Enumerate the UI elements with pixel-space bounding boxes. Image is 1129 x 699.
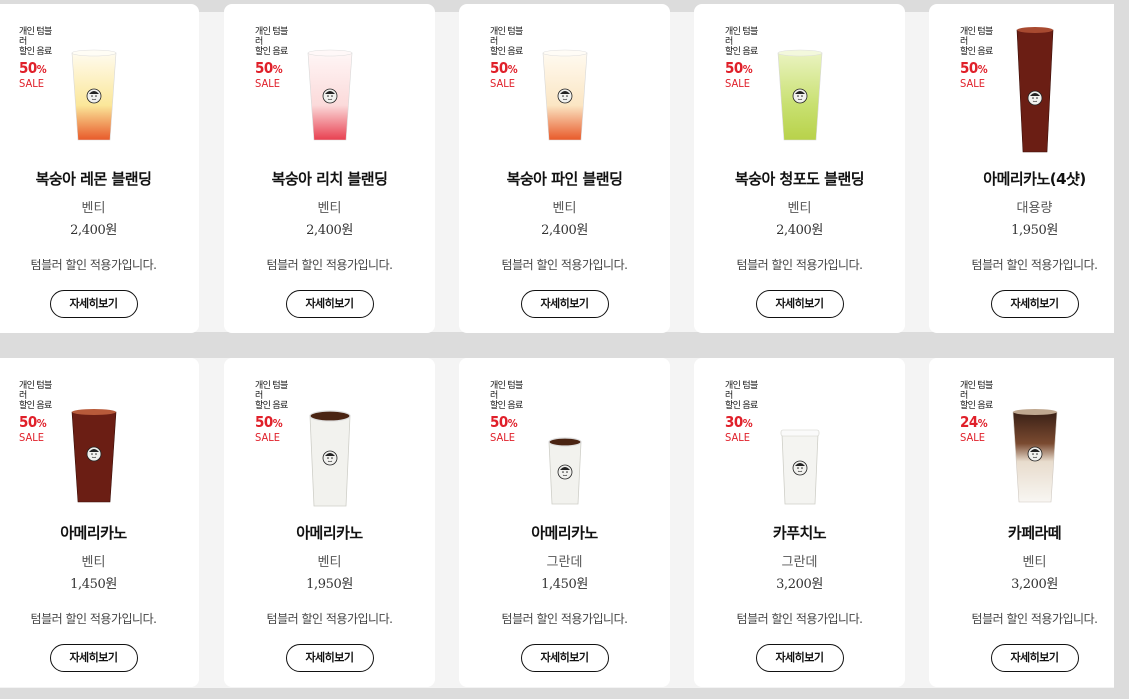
product-card[interactable]: 개인 텀블러 할인 음료 50% SALE 복숭아 청포도 블랜딩 벤티 2,40…: [694, 4, 905, 333]
page-edge: [1114, 0, 1129, 699]
product-card[interactable]: 개인 텀블러 할인 음료 50% SALE 복숭아 파인 블랜딩 벤티 2,400…: [459, 4, 670, 333]
discount-note: 텀블러 할인 적용가입니다.: [971, 612, 1098, 626]
drink-cup-icon: [1012, 409, 1057, 503]
mascot-logo-icon: [792, 460, 807, 476]
drink-cup-icon: [780, 429, 819, 505]
product-size: 대용량: [1016, 201, 1053, 216]
product-size: 그란데: [546, 555, 583, 570]
discount-note: 텀블러 할인 적용가입니다.: [30, 612, 157, 626]
drink-cup-icon: [777, 49, 822, 141]
product-card[interactable]: 개인 텀블러 할인 음료 30% SALE 카푸치노 그란데 3,200원 텀블러…: [694, 358, 905, 687]
discount-note: 텀블러 할인 적용가입니다.: [501, 258, 628, 272]
product-price: 1,950원: [306, 577, 353, 592]
detail-button[interactable]: 자세히보기: [990, 290, 1079, 318]
product-card[interactable]: 개인 텀블러 할인 음료 24% SALE 카페라떼 벤티 3,200원 텀블러 …: [929, 358, 1129, 687]
product-card[interactable]: 개인 텀블러 할인 음료 50% SALE 복숭아 레몬 블랜딩 벤티 2,400…: [0, 4, 199, 333]
mascot-logo-icon: [1027, 90, 1042, 106]
product-price: 1,950원: [1011, 223, 1058, 238]
product-image[interactable]: [0, 372, 199, 507]
product-card[interactable]: 개인 텀블러 할인 음료 50% SALE 아메리카노 벤티 1,450원 텀블러…: [0, 358, 199, 687]
discount-note: 텀블러 할인 적용가입니다.: [736, 258, 863, 272]
mascot-logo-icon: [322, 88, 337, 104]
drink-cup-icon: [71, 409, 116, 503]
detail-button[interactable]: 자세히보기: [520, 290, 609, 318]
product-name[interactable]: 아메리카노: [224, 522, 435, 543]
product-price: 2,400원: [70, 223, 117, 238]
drink-cup-icon: [308, 410, 351, 507]
drink-cup-icon: [307, 49, 352, 141]
drink-cup-icon: [71, 49, 116, 141]
product-price: 2,400원: [776, 223, 823, 238]
product-size: 그란데: [781, 555, 818, 570]
product-size: 벤티: [552, 201, 577, 216]
drink-cup-icon: [542, 49, 587, 141]
discount-note: 텀블러 할인 적용가입니다.: [736, 612, 863, 626]
product-price: 3,200원: [776, 577, 823, 592]
product-name[interactable]: 카푸치노: [694, 522, 905, 543]
product-card[interactable]: 개인 텀블러 할인 음료 50% SALE 아메리카노 그란데 1,450원 텀블…: [459, 358, 670, 687]
discount-note: 텀블러 할인 적용가입니다.: [266, 258, 393, 272]
product-card[interactable]: 개인 텀블러 할인 음료 50% SALE 아메리카노 벤티 1,950원 텀블러…: [224, 358, 435, 687]
detail-button[interactable]: 자세히보기: [755, 290, 844, 318]
product-image[interactable]: [459, 372, 670, 507]
mascot-logo-icon: [557, 464, 572, 480]
product-image[interactable]: [694, 372, 905, 507]
product-card[interactable]: 개인 텀블러 할인 음료 50% SALE 아메리카노(4샷) 대용량 1,950…: [929, 4, 1129, 333]
mascot-logo-icon: [86, 446, 101, 462]
discount-note: 텀블러 할인 적용가입니다.: [501, 612, 628, 626]
drink-cup-icon: [547, 437, 582, 505]
product-name[interactable]: 복숭아 파인 블랜딩: [459, 168, 670, 189]
discount-note: 텀블러 할인 적용가입니다.: [30, 258, 157, 272]
product-image[interactable]: [0, 18, 199, 153]
product-name[interactable]: 아메리카노: [0, 522, 199, 543]
detail-button[interactable]: 자세히보기: [49, 644, 138, 672]
mascot-logo-icon: [86, 88, 101, 104]
mascot-logo-icon: [1027, 446, 1042, 462]
product-image[interactable]: [694, 18, 905, 153]
product-size: 벤티: [317, 201, 342, 216]
product-price: 3,200원: [1011, 577, 1058, 592]
discount-note: 텀블러 할인 적용가입니다.: [971, 258, 1098, 272]
product-size: 벤티: [317, 555, 342, 570]
detail-button[interactable]: 자세히보기: [285, 290, 374, 318]
product-name[interactable]: 아메리카노(4샷): [929, 168, 1129, 189]
product-image[interactable]: [929, 372, 1129, 507]
detail-button[interactable]: 자세히보기: [49, 290, 138, 318]
product-image[interactable]: [224, 18, 435, 153]
detail-button[interactable]: 자세히보기: [990, 644, 1079, 672]
detail-button[interactable]: 자세히보기: [285, 644, 374, 672]
product-name[interactable]: 복숭아 레몬 블랜딩: [0, 168, 199, 189]
product-price: 1,450원: [541, 577, 588, 592]
product-name[interactable]: 복숭아 리치 블랜딩: [224, 168, 435, 189]
product-image[interactable]: [224, 372, 435, 507]
product-image[interactable]: [459, 18, 670, 153]
mascot-logo-icon: [322, 450, 337, 466]
product-size: 벤티: [1022, 555, 1047, 570]
product-name[interactable]: 복숭아 청포도 블랜딩: [694, 168, 905, 189]
mascot-logo-icon: [792, 88, 807, 104]
mascot-logo-icon: [557, 88, 572, 104]
product-image[interactable]: [929, 18, 1129, 153]
product-price: 1,450원: [70, 577, 117, 592]
product-name[interactable]: 아메리카노: [459, 522, 670, 543]
discount-note: 텀블러 할인 적용가입니다.: [266, 612, 393, 626]
drink-cup-icon: [1016, 27, 1053, 153]
product-name[interactable]: 카페라떼: [929, 522, 1129, 543]
product-price: 2,400원: [306, 223, 353, 238]
product-card[interactable]: 개인 텀블러 할인 음료 50% SALE 복숭아 리치 블랜딩 벤티 2,400…: [224, 4, 435, 333]
product-size: 벤티: [787, 201, 812, 216]
product-price: 2,400원: [541, 223, 588, 238]
product-size: 벤티: [81, 555, 106, 570]
product-size: 벤티: [81, 201, 106, 216]
detail-button[interactable]: 자세히보기: [755, 644, 844, 672]
detail-button[interactable]: 자세히보기: [520, 644, 609, 672]
